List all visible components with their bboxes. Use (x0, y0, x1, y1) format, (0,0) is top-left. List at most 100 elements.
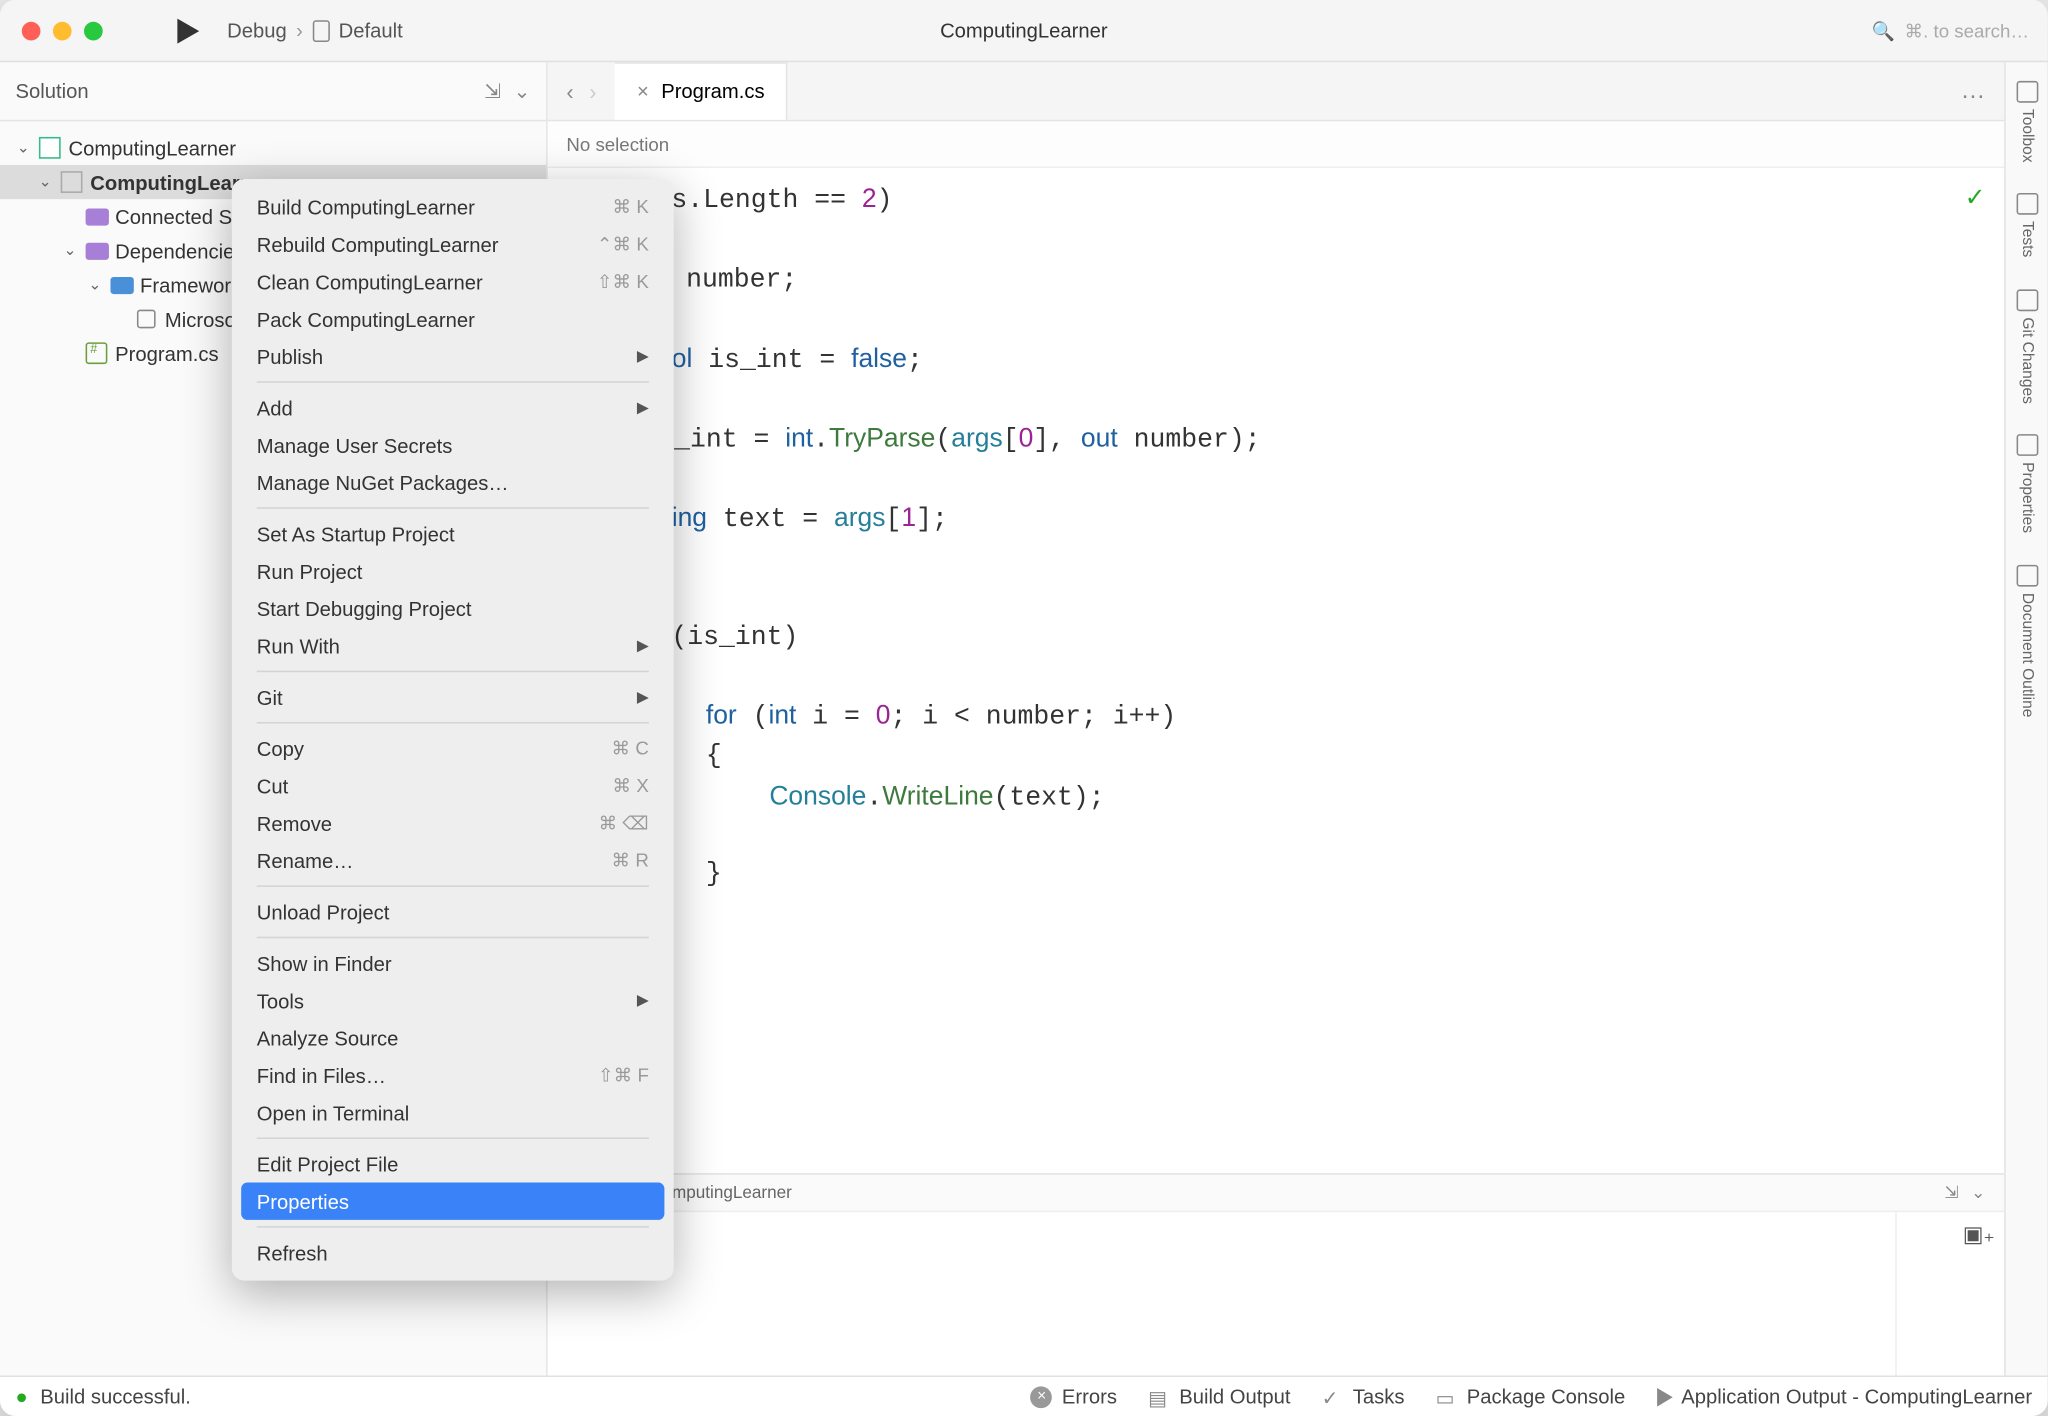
menu-item[interactable]: Git ▶ (241, 678, 664, 715)
search-placeholder: ⌘. to search… (1904, 19, 2029, 41)
menu-item[interactable]: Manage NuGet Packages… (241, 464, 664, 501)
expand-icon[interactable]: ⌄ (62, 242, 78, 259)
pin-icon[interactable]: ⇲ (484, 79, 501, 104)
box-icon (1436, 1386, 1458, 1408)
menu-item[interactable]: Find in Files…⇧⌘ F (241, 1057, 664, 1094)
submenu-arrow-icon: ▶ (637, 689, 649, 706)
menu-item-label: Pack ComputingLearner (257, 307, 475, 330)
expand-icon[interactable]: ⌄ (16, 139, 32, 156)
menu-shortcut: ⌃⌘ K (597, 233, 649, 255)
menu-item[interactable]: Edit Project File (241, 1145, 664, 1182)
window-title: ComputingLearner (940, 19, 1108, 42)
menu-item[interactable]: Publish▶ (241, 338, 664, 375)
chevron-down-icon[interactable]: ⌄ (514, 79, 531, 104)
pin-icon[interactable]: ⇲ (1944, 1183, 1958, 1203)
chevron-right-icon: › (296, 19, 303, 42)
menu-item-label: Run Project (257, 559, 363, 582)
tasks-button[interactable]: Tasks (1322, 1385, 1405, 1408)
menu-item[interactable]: Pack ComputingLearner (241, 300, 664, 337)
menu-item[interactable]: Clean ComputingLearner⇧⌘ K (241, 263, 664, 300)
package-icon (137, 310, 156, 329)
rail-document-outline[interactable]: Document Outline (2016, 559, 2038, 724)
right-rail: Toolbox Tests Git Changes Properties Doc… (2004, 62, 2048, 1375)
menu-item[interactable]: Unload Project (241, 893, 664, 930)
menu-item-label: Build ComputingLearner (257, 195, 475, 218)
check-icon (1322, 1386, 1344, 1408)
menu-item[interactable]: Build ComputingLearner⌘ K (241, 188, 664, 225)
tab-overflow-button[interactable]: … (1942, 77, 2004, 105)
status-message: Build successful. (40, 1385, 191, 1408)
expand-icon[interactable]: ⌄ (37, 173, 53, 190)
menu-item[interactable]: Open in Terminal (241, 1094, 664, 1131)
expand-icon[interactable]: ⌄ (87, 276, 103, 293)
menu-item[interactable]: Run Project (241, 552, 664, 589)
bottom-panel: Terminal – ComputingLearner ⇲ ⌄ ▣₊ (548, 1173, 2004, 1375)
app-output-button[interactable]: Application Output - ComputingLearner (1656, 1385, 2032, 1408)
menu-item[interactable]: Start Debugging Project (241, 590, 664, 627)
maximize-window-button[interactable] (84, 21, 103, 40)
editor-tab[interactable]: × Program.cs (615, 61, 788, 119)
rail-tests[interactable]: Tests (2016, 187, 2038, 264)
build-config-selector[interactable]: Debug › Default (227, 19, 403, 42)
menu-shortcut: ⌘ X (613, 775, 649, 797)
menu-item[interactable]: Rename… ⌘ R (241, 842, 664, 879)
menu-item[interactable]: Add▶ (241, 389, 664, 426)
menu-item[interactable]: Properties (241, 1183, 664, 1220)
menu-item[interactable]: Refresh (241, 1234, 664, 1271)
errors-button[interactable]: ×Errors (1031, 1385, 1117, 1408)
menu-item[interactable]: Remove⌘ ⌫ (241, 804, 664, 841)
package-console-button[interactable]: Package Console (1436, 1385, 1626, 1408)
menu-separator (257, 937, 649, 939)
code-editor[interactable]: ✓if (args.Length == 2) { int number; boo… (548, 168, 2004, 1173)
rail-properties[interactable]: Properties (2016, 429, 2038, 540)
nav-forward-button[interactable]: › (583, 72, 603, 109)
menu-item[interactable]: Analyze Source (241, 1019, 664, 1056)
menu-item[interactable]: Tools▶ (241, 982, 664, 1019)
close-window-button[interactable] (22, 21, 41, 40)
menu-item-label: Tools (257, 989, 304, 1012)
menu-item-label: Git (257, 685, 283, 708)
menu-item-label: Analyze Source (257, 1026, 399, 1049)
minimize-window-button[interactable] (53, 21, 72, 40)
menu-separator (257, 671, 649, 673)
chevron-down-icon[interactable]: ⌄ (1971, 1183, 1985, 1203)
menu-item-label: Remove (257, 811, 332, 834)
menu-item-label: Clean ComputingLearner (257, 270, 483, 293)
menu-item-label: Publish (257, 345, 323, 368)
rail-git-changes[interactable]: Git Changes (2016, 283, 2038, 410)
menu-item[interactable]: Manage User Secrets (241, 426, 664, 463)
editor-breadcrumb[interactable]: No selection (548, 121, 2004, 168)
close-tab-button[interactable]: × (637, 79, 649, 102)
tree-label: ComputingLearner (68, 136, 236, 159)
menu-item[interactable]: Set As Startup Project (241, 515, 664, 552)
menu-separator (257, 722, 649, 724)
tab-label: Program.cs (661, 79, 764, 102)
run-button[interactable] (177, 18, 199, 43)
menu-item-label: Find in Files… (257, 1064, 386, 1087)
menu-shortcut: ⌘ R (612, 850, 649, 872)
menu-shortcut: ⌘ C (612, 738, 649, 760)
menu-separator (257, 1137, 649, 1139)
search-icon: 🔍 (1872, 19, 1895, 41)
sidebar-title: Solution (16, 79, 89, 102)
menu-item[interactable]: Copy⌘ C (241, 730, 664, 767)
terminal-add-icon[interactable]: ▣₊ (1963, 1221, 1995, 1247)
menu-item-label: Set As Startup Project (257, 522, 455, 545)
target-label: Default (339, 19, 403, 42)
tests-icon (2016, 194, 2038, 216)
terminal-output[interactable] (548, 1212, 1895, 1375)
menu-item[interactable]: Run With▶ (241, 627, 664, 664)
folder-icon (110, 276, 133, 293)
menu-item[interactable]: Cut⌘ X (241, 767, 664, 804)
menu-item[interactable]: Show in Finder (241, 944, 664, 981)
solution-node[interactable]: ⌄ ComputingLearner (0, 131, 546, 165)
rail-toolbox[interactable]: Toolbox (2016, 75, 2038, 169)
tree-label: Program.cs (115, 342, 218, 365)
search-box[interactable]: 🔍 ⌘. to search… (1872, 19, 2029, 41)
menu-item-label: Rename… (257, 849, 354, 872)
menu-separator (257, 885, 649, 887)
build-output-button[interactable]: Build Output (1148, 1385, 1290, 1408)
nav-back-button[interactable]: ‹ (560, 72, 580, 109)
menu-item[interactable]: Rebuild ComputingLearner⌃⌘ K (241, 226, 664, 263)
config-label: Debug (227, 19, 287, 42)
